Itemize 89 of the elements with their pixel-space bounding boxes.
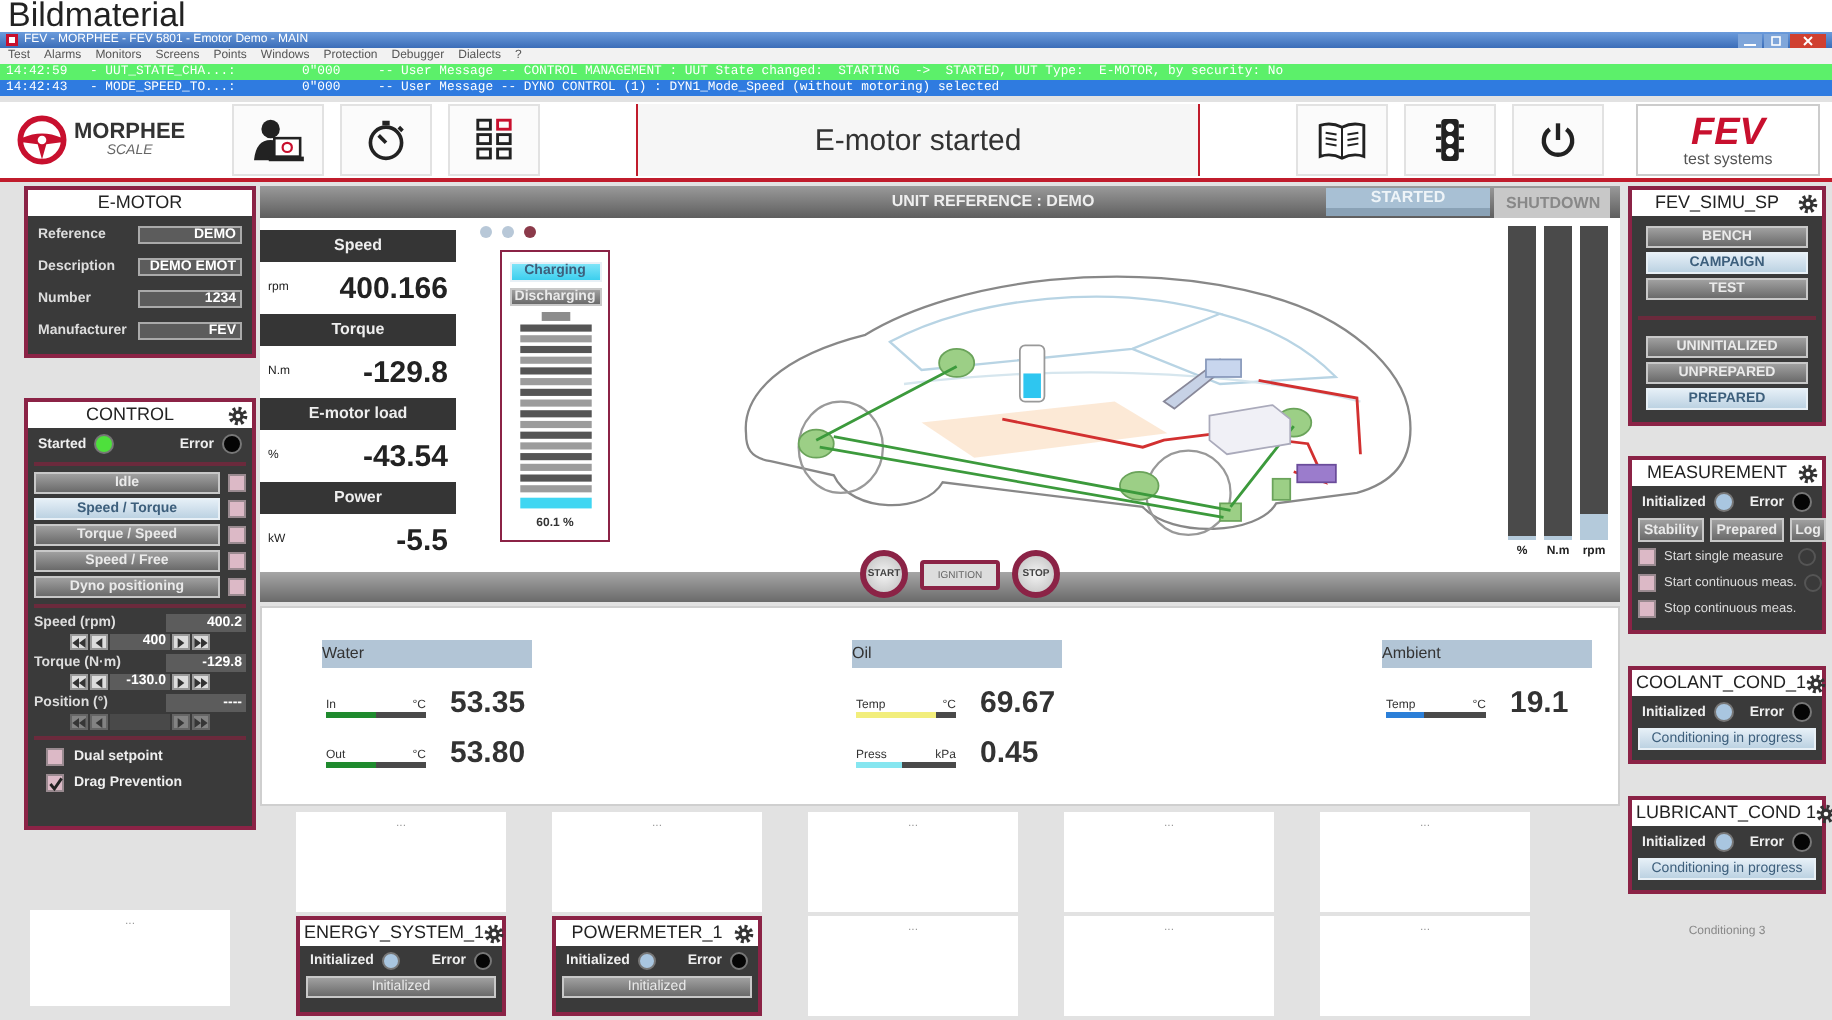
fluid-header: Water [322, 640, 532, 668]
app-icon [6, 34, 18, 46]
sensor-value: 0.45 [980, 738, 1039, 768]
fast-decrease-button[interactable] [70, 674, 88, 690]
settings-icon[interactable] [228, 405, 248, 425]
reading-name: Power [260, 482, 456, 514]
toolbar-button[interactable] [340, 104, 432, 176]
arrow-right-icon [174, 717, 188, 727]
panel-title: CONTROL [83, 406, 176, 424]
checkbox[interactable] [228, 552, 246, 570]
reading-value: -5.5 [396, 523, 448, 557]
checkbox[interactable] [228, 578, 246, 596]
fluid-header: Ambient [1382, 640, 1592, 668]
reading-name: E-motor load [260, 398, 456, 430]
reading-name: Torque [260, 314, 456, 346]
settings-icon[interactable] [1798, 463, 1818, 483]
grid-icon [476, 118, 512, 162]
logo-name: MORPHEE [74, 122, 186, 144]
checkbox[interactable] [1638, 548, 1656, 566]
power-icon [1538, 120, 1578, 160]
caption-text: Bildmaterial [0, 0, 1832, 32]
page-dot[interactable] [502, 226, 514, 238]
toolbar-button[interactable] [1512, 104, 1604, 176]
panel-title: COOLANT_COND_1 [1636, 674, 1807, 692]
checkbox[interactable] [1638, 600, 1656, 618]
decrease-button[interactable] [90, 674, 108, 690]
arrow-left-icon [92, 637, 106, 647]
unit-state-indicator: STARTED [1326, 188, 1490, 216]
brand-name: FEV [1691, 113, 1765, 151]
minimize-icon[interactable] [1738, 33, 1762, 47]
status-message: E-motor started [636, 104, 1200, 176]
double-arrow-right-icon [194, 677, 208, 687]
double-arrow-left-icon [72, 637, 86, 647]
arrow-right-icon [174, 637, 188, 647]
maximize-icon[interactable] [1764, 33, 1788, 47]
reading-name: Speed [260, 230, 456, 262]
double-arrow-left-icon [72, 677, 86, 687]
increase-button[interactable] [172, 634, 190, 650]
settings-icon[interactable] [1806, 673, 1827, 693]
fast-increase-button[interactable] [192, 674, 210, 690]
steering-wheel-icon [16, 114, 68, 166]
settings-icon[interactable] [1816, 803, 1832, 823]
settings-icon[interactable] [484, 923, 505, 943]
toolbar-button[interactable] [232, 104, 324, 176]
stopwatch-icon [364, 118, 408, 162]
double-arrow-right-icon [194, 717, 208, 727]
panel-title: LUBRICANT_COND 1 [1636, 804, 1817, 822]
checkbox[interactable] [46, 774, 64, 792]
unit-title: UNIT REFERENCE : DEMO [889, 194, 1097, 210]
double-arrow-right-icon [194, 637, 208, 647]
checkbox[interactable] [228, 500, 246, 518]
page-dot[interactable] [480, 226, 492, 238]
toolbar-button[interactable] [1296, 104, 1388, 176]
checkbox[interactable] [228, 474, 246, 492]
panel-title: E-MOTOR [95, 194, 185, 212]
settings-icon[interactable] [1798, 193, 1818, 213]
toolbar-button[interactable] [448, 104, 540, 176]
fast-decrease-button[interactable] [70, 634, 88, 650]
increase-button[interactable] [172, 674, 190, 690]
brand-tagline: test systems [1683, 151, 1773, 167]
arrow-right-icon [174, 677, 188, 687]
checkbox[interactable] [1638, 574, 1656, 592]
close-icon[interactable] [1790, 33, 1826, 47]
arrow-left-icon [92, 677, 106, 687]
reading-value: -129.8 [362, 355, 448, 389]
double-arrow-left-icon [72, 717, 86, 727]
decrease-button[interactable] [90, 634, 108, 650]
person-laptop-icon [250, 116, 306, 164]
sensor-value: 53.35 [450, 688, 526, 718]
panel-title: ENERGY_SYSTEM_1 [304, 924, 485, 942]
page-dot[interactable] [524, 226, 536, 238]
settings-icon[interactable] [734, 923, 754, 943]
check-icon [47, 775, 63, 791]
book-icon [1316, 120, 1368, 160]
fluid-header: Oil [852, 640, 1062, 668]
traffic-light-icon [1436, 116, 1464, 164]
sensor-value: 19.1 [1510, 688, 1569, 718]
reading-value: -43.54 [362, 439, 448, 473]
panel-title: FEV_SIMU_SP [1652, 194, 1782, 212]
fast-increase-button[interactable] [192, 634, 210, 650]
panel-title: POWERMETER_1 [569, 924, 725, 942]
reading-value: 400.166 [339, 271, 448, 305]
toolbar-button[interactable] [1404, 104, 1496, 176]
sensor-value: 69.67 [980, 688, 1056, 718]
checkbox[interactable] [46, 748, 64, 766]
sensor-value: 53.80 [450, 738, 526, 768]
panel-title: MEASUREMENT [1644, 464, 1789, 482]
arrow-left-icon [92, 717, 106, 727]
checkbox[interactable] [228, 526, 246, 544]
